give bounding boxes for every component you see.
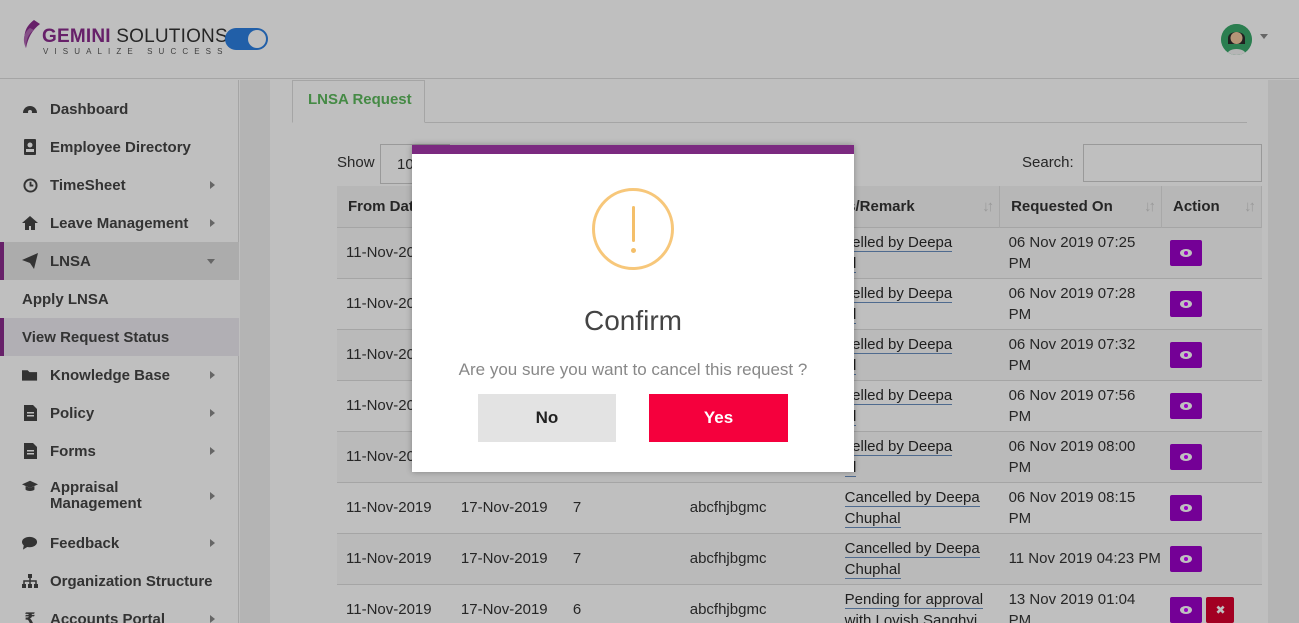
dialog-message: Are you sure you want to cancel this req…	[458, 360, 808, 379]
dialog-title: Confirm	[583, 305, 682, 336]
confirm-dialog: Confirm Are you sure you want to cancel …	[412, 145, 854, 472]
yes-button[interactable]: Yes	[649, 394, 788, 442]
no-button[interactable]: No	[478, 394, 616, 442]
warning-icon	[592, 188, 674, 270]
